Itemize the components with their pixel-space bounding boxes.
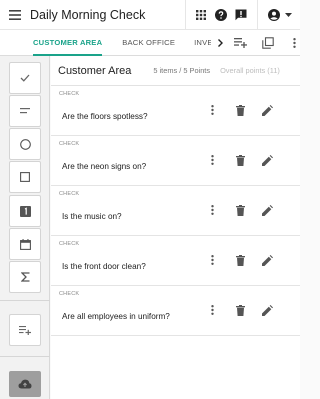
item-count: 5 items / 5 Points: [153, 66, 211, 75]
divider: [0, 356, 50, 357]
section-title: Customer Area: [58, 64, 132, 77]
cloud-upload-icon: [18, 379, 32, 389]
menu-icon[interactable]: [0, 0, 30, 30]
list-item[interactable]: CHECK Is the front door clean?: [51, 236, 300, 286]
item-question: Is the front door clean?: [62, 262, 146, 271]
item-question: Are the floors spotless?: [62, 112, 148, 121]
list-item[interactable]: CHECK Is the music on?: [51, 186, 300, 236]
edit-icon[interactable]: [260, 253, 274, 267]
add-list-tool[interactable]: [9, 314, 41, 346]
app-bar: Daily Morning Check: [0, 0, 300, 30]
delete-icon[interactable]: [233, 153, 247, 167]
add-section-icon[interactable]: [233, 36, 247, 50]
text-tool[interactable]: [9, 95, 41, 127]
main-content: Customer Area 5 items / 5 Points Overall…: [51, 56, 300, 399]
list-item[interactable]: CHECK Are the neon signs on?: [51, 136, 300, 186]
text-icon: [20, 108, 30, 114]
check-icon: [20, 74, 30, 82]
delete-icon[interactable]: [233, 103, 247, 117]
checkbox-icon: [20, 172, 30, 182]
check-tool[interactable]: [9, 62, 41, 94]
tab-back-office[interactable]: Back Office: [122, 30, 175, 56]
divider: [257, 0, 258, 30]
overall-points: Overall points (11): [220, 66, 280, 75]
dropdown-icon[interactable]: [284, 11, 292, 19]
radio-icon: [19, 138, 31, 150]
number-icon: [19, 205, 31, 217]
edit-icon[interactable]: [260, 103, 274, 117]
item-type-label: CHECK: [59, 91, 80, 97]
more-vert-icon[interactable]: [205, 203, 219, 217]
item-question: Are all employees in uniform?: [62, 312, 170, 321]
account-icon[interactable]: [264, 5, 284, 25]
chevron-right-icon[interactable]: [215, 30, 224, 56]
sum-icon: [20, 272, 29, 282]
more-vert-icon[interactable]: [205, 103, 219, 117]
radio-tool[interactable]: [9, 128, 41, 160]
item-question: Is the music on?: [62, 212, 122, 221]
delete-icon[interactable]: [233, 303, 247, 317]
feedback-icon[interactable]: [231, 5, 251, 25]
edit-icon[interactable]: [260, 303, 274, 317]
edit-icon[interactable]: [260, 153, 274, 167]
more-vert-icon[interactable]: [289, 36, 300, 50]
item-type-label: CHECK: [59, 191, 80, 197]
tool-sidebar: [0, 56, 50, 399]
section-header: Customer Area 5 items / 5 Points Overall…: [51, 56, 300, 86]
item-type-label: CHECK: [59, 141, 80, 147]
tab-customer-area[interactable]: Customer Area: [33, 30, 103, 56]
item-type-label: CHECK: [59, 241, 80, 247]
more-vert-icon[interactable]: [205, 303, 219, 317]
upload-button[interactable]: [9, 371, 41, 397]
page-title: Daily Morning Check: [30, 7, 146, 22]
list-item[interactable]: CHECK Are all employees in uniform?: [51, 286, 300, 336]
delete-icon[interactable]: [233, 203, 247, 217]
date-tool[interactable]: [9, 228, 41, 260]
divider: [0, 300, 50, 301]
item-type-label: CHECK: [59, 291, 80, 297]
more-vert-icon[interactable]: [205, 153, 219, 167]
apps-grid-icon[interactable]: [191, 5, 211, 25]
number-tool[interactable]: [9, 195, 41, 227]
tab-bar: Customer Area Back Office Inven: [0, 30, 300, 56]
copy-icon[interactable]: [262, 36, 274, 50]
more-vert-icon[interactable]: [205, 253, 219, 267]
add-list-icon: [19, 325, 31, 335]
date-icon: [19, 238, 31, 250]
edit-icon[interactable]: [260, 203, 274, 217]
delete-icon[interactable]: [233, 253, 247, 267]
list-item[interactable]: CHECK Are the floors spotless?: [51, 86, 300, 136]
tab-inventory[interactable]: Inven: [194, 30, 211, 56]
item-question: Are the neon signs on?: [62, 162, 147, 171]
sum-tool[interactable]: [9, 261, 41, 293]
checkbox-tool[interactable]: [9, 161, 41, 193]
help-icon[interactable]: [211, 5, 231, 25]
